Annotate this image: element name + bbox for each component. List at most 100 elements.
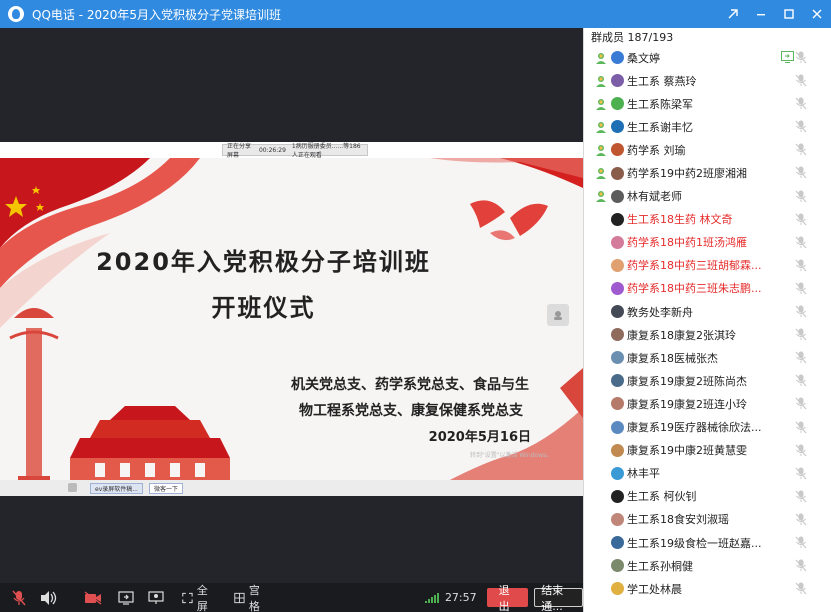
speaking-status-icon (596, 52, 606, 64)
avatar (611, 120, 624, 134)
member-row[interactable]: 药学系18中药三班朱志鹏... (584, 277, 831, 300)
shared-taskbar: ev录屏软件稿... 微客一下 (0, 480, 583, 496)
avatar (611, 559, 624, 573)
member-row[interactable]: 生工系 蔡燕玲 (584, 69, 831, 92)
maximize-button[interactable] (775, 0, 803, 28)
member-row[interactable]: 康复系19康复2班陈尚杰 (584, 369, 831, 392)
presenter-button[interactable] (148, 590, 164, 605)
share-screen-button[interactable] (118, 590, 134, 605)
member-row[interactable]: 生工系孙桐健 (584, 554, 831, 577)
member-row[interactable]: 桑文婷 (584, 46, 831, 69)
grid-view-button[interactable]: 宫格 (234, 582, 266, 612)
window-title: QQ电话 - 2020年5月入党积极分子党课培训班 (32, 7, 282, 22)
avatar (611, 281, 624, 295)
member-row[interactable]: 生工系 柯伙钊 (584, 485, 831, 508)
camera-thumbnail[interactable] (547, 304, 569, 326)
signal-strength: 27:57 (424, 591, 477, 604)
avatar (611, 74, 624, 88)
member-row[interactable]: 药学系18中药1班汤鸿雁 (584, 231, 831, 254)
mic-muted-icon (795, 328, 807, 341)
member-row[interactable]: 康复系18医械张杰 (584, 346, 831, 369)
camera-off-icon (84, 590, 102, 605)
member-row[interactable]: 康复系19中康2班黄慧雯 (584, 439, 831, 462)
shared-screen: 正在分享屏幕 00:26:29 1病历服册委员......等186人正在观看 2… (0, 142, 583, 496)
avatar (611, 443, 624, 457)
call-controls: 全屏 宫格 27:57 退出 结束通... (0, 583, 583, 612)
avatar (611, 351, 624, 365)
member-row[interactable]: 康复系18康复2张淇玲 (584, 323, 831, 346)
member-row[interactable]: 生工系谢丰忆 (584, 115, 831, 138)
member-list[interactable]: 桑文婷生工系 蔡燕玲生工系陈梁军生工系谢丰忆 药学系 刘瑜药学系19中药2班廖湘湘… (584, 46, 831, 600)
member-name: 康复系18医械张杰 (627, 351, 718, 365)
mic-muted-icon (795, 559, 807, 572)
member-name: 林丰平 (627, 467, 660, 481)
mic-toggle[interactable] (12, 590, 26, 606)
share-screen-icon (118, 590, 134, 605)
exit-label: 退出 (498, 583, 510, 612)
pin-icon[interactable] (719, 0, 747, 28)
slide-org-line1: 机关党总支、药学系党总支、食品与生 (291, 377, 529, 393)
call-duration: 27:57 (444, 591, 477, 604)
avatar (611, 374, 624, 388)
minimize-button[interactable] (747, 0, 775, 28)
mic-muted-icon (795, 259, 807, 272)
qq-logo-icon (8, 6, 24, 22)
slide-decoration (0, 158, 583, 496)
mic-muted-icon (795, 444, 807, 456)
start-icon (68, 483, 77, 492)
member-row[interactable]: 药学系18中药三班胡郁霖... (584, 254, 831, 277)
mic-muted-icon (795, 120, 807, 133)
avatar (611, 235, 624, 249)
member-name: 林有斌老师 (627, 190, 682, 204)
member-row[interactable]: 药学系19中药2班廖湘湘 (584, 161, 831, 184)
slide-title-line1: 2020年入党积极分子培训班 (96, 248, 431, 276)
member-row[interactable]: 学工处林晨 (584, 577, 831, 600)
slide-top-strip: 正在分享屏幕 00:26:29 1病历服册委员......等186人正在观看 (0, 142, 583, 159)
member-name: 生工系 柯伙钊 (627, 490, 697, 504)
slide-org-line2: 物工程系党总支、康复保健系党总支 (299, 403, 523, 419)
close-button[interactable] (803, 0, 831, 28)
mic-muted-icon (795, 51, 807, 64)
mic-muted-icon (795, 536, 807, 549)
share-time: 00:26:29 (258, 146, 286, 154)
mic-muted-icon (795, 282, 807, 295)
camera-toggle[interactable] (84, 590, 102, 605)
member-name: 药学系 刘瑜 (627, 143, 686, 157)
member-row[interactable]: 生工系18生药 林文奇 (584, 208, 831, 231)
fullscreen-button[interactable]: 全屏 (182, 582, 214, 612)
end-call-button[interactable]: 结束通... (534, 584, 583, 612)
member-row[interactable]: 生工系19级食检一班赵嘉... (584, 531, 831, 554)
member-name: 生工系18生药 林文奇 (627, 213, 733, 227)
member-name: 药学系18中药1班汤鸿雁 (627, 236, 747, 250)
member-name: 康复系19中康2班黄慧雯 (627, 444, 747, 458)
member-row[interactable]: 康复系19医疗器械徐欣法... (584, 416, 831, 439)
avatar (611, 328, 624, 342)
member-row[interactable]: 教务处李新舟 (584, 300, 831, 323)
member-name: 生工系孙桐健 (627, 559, 693, 573)
avatar (611, 166, 624, 180)
presenter-icon (148, 590, 164, 604)
mic-muted-icon (795, 97, 807, 110)
member-name: 生工系19级食检一班赵嘉... (627, 536, 762, 550)
member-row[interactable]: 林丰平 (584, 462, 831, 485)
member-name: 生工系18食安刘淑瑶 (627, 513, 729, 527)
avatar (611, 189, 624, 203)
member-row[interactable]: 药学系 刘瑜 (584, 138, 831, 161)
member-name: 生工系谢丰忆 (627, 120, 693, 134)
member-row[interactable]: 生工系陈梁军 (584, 92, 831, 115)
member-name: 生工系 蔡燕玲 (627, 74, 697, 88)
windows-activation-watermark: 转到"设置"以激活 Windows。 (470, 452, 553, 459)
speaker-toggle[interactable] (40, 590, 58, 606)
speaking-status-icon (596, 144, 606, 156)
exit-button[interactable]: 退出 (486, 584, 529, 612)
grid-label: 宫格 (248, 583, 260, 612)
mic-muted-icon (795, 421, 807, 433)
share-status: 正在分享屏幕 (227, 143, 252, 159)
member-row[interactable]: 生工系18食安刘淑瑶 (584, 508, 831, 531)
avatar (611, 143, 624, 157)
member-row[interactable]: 康复系19康复2班连小玲 (584, 392, 831, 415)
mic-muted-icon (795, 305, 807, 318)
member-row[interactable]: 林有斌老师 (584, 185, 831, 208)
speaking-status-icon (596, 75, 606, 87)
video-stage[interactable]: 正在分享屏幕 00:26:29 1病历服册委员......等186人正在观看 2… (0, 28, 583, 583)
